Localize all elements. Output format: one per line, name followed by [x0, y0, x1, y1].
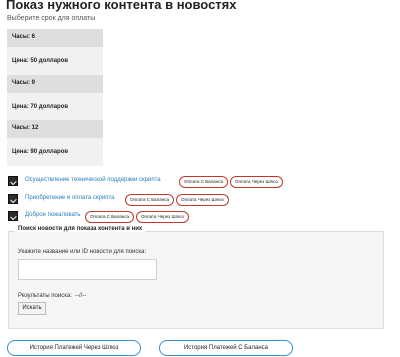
- plan-hours: Часы: 12: [12, 125, 39, 131]
- checkbox-icon[interactable]: [8, 211, 18, 221]
- page-subtitle: Выберите срок для оплаты: [7, 15, 96, 22]
- history-gateway-button[interactable]: История Платежей Через Шлюз: [7, 340, 141, 356]
- action-link-purchase[interactable]: Приобретение и оплата скрипта: [25, 195, 115, 201]
- pay-gateway-button[interactable]: Оплата Через Шлюз: [176, 194, 229, 206]
- page-title: Показ нужного контента в новостях: [6, 0, 237, 12]
- history-balance-button[interactable]: История Платежей С Баланса: [159, 340, 293, 356]
- search-label: Укажите название или ID новости для поис…: [18, 249, 147, 255]
- action-link-welcome[interactable]: Доброе пожаловать: [25, 212, 81, 218]
- pay-balance-button[interactable]: Оплата С Баланса: [85, 211, 135, 223]
- plan-card-12h[interactable]: Часы: 12 Цена: 90 долларов: [7, 120, 103, 166]
- search-panel: [8, 231, 384, 329]
- plan-hours: Часы: 6: [12, 34, 36, 40]
- plan-price: Цена: 90 долларов: [12, 149, 69, 155]
- pay-gateway-button[interactable]: Оплата Через Шлюз: [230, 176, 283, 188]
- plan-card-6h[interactable]: Часы: 6 Цена: 50 долларов: [7, 29, 103, 75]
- pay-balance-button[interactable]: Оплата С Баланса: [125, 194, 175, 206]
- search-input[interactable]: [18, 259, 157, 280]
- action-link-support[interactable]: Осуществление технической поддержки скри…: [25, 177, 161, 183]
- search-panel-legend: Поиск новости для показа контента в них: [15, 226, 146, 232]
- plan-price: Цена: 50 долларов: [12, 58, 69, 64]
- plan-price: Цена: 70 долларов: [12, 104, 69, 110]
- search-button[interactable]: Искать: [18, 302, 46, 315]
- plan-card-9h[interactable]: Часы: 9 Цена: 70 долларов: [7, 75, 103, 121]
- search-results-value: --//--: [74, 293, 87, 299]
- search-results-label: Результаты поиска:: [18, 293, 72, 299]
- checkbox-icon[interactable]: [8, 176, 18, 186]
- pay-balance-button[interactable]: Оплата С Баланса: [179, 176, 229, 188]
- checkbox-icon[interactable]: [8, 194, 18, 204]
- plan-hours: Часы: 9: [12, 80, 36, 86]
- pay-gateway-button[interactable]: Оплата Через Шлюз: [136, 211, 189, 223]
- search-results: Результаты поиска: --//--: [18, 293, 86, 299]
